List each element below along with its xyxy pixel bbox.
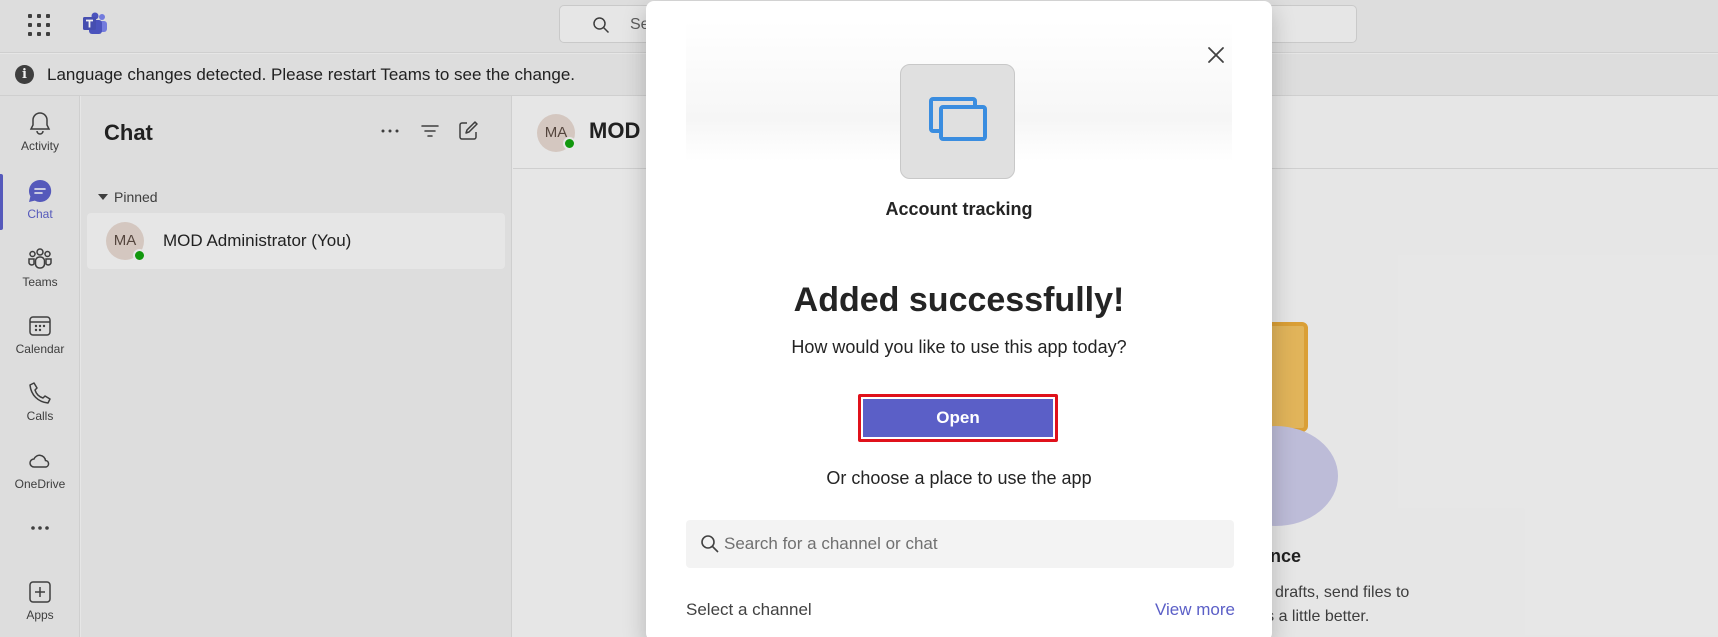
- app-windows-icon: [929, 97, 987, 141]
- app-icon-tile: [900, 64, 1015, 179]
- app-added-dialog: Account tracking Added successfully! How…: [646, 1, 1272, 637]
- app-name: Account tracking: [885, 199, 1033, 219]
- choose-place-text: Or choose a place to use the app: [826, 468, 1092, 488]
- search-icon: [701, 535, 719, 553]
- open-button[interactable]: Open: [858, 394, 1058, 442]
- close-icon[interactable]: [1204, 43, 1228, 67]
- channel-search-box[interactable]: [686, 520, 1234, 568]
- dialog-question: How would you like to use this app today…: [791, 337, 1127, 357]
- view-more-link[interactable]: View more: [1155, 600, 1235, 620]
- select-channel-label: Select a channel: [686, 600, 812, 619]
- dialog-title: Added successfully!: [793, 281, 1125, 319]
- channel-search-input[interactable]: [724, 520, 1224, 568]
